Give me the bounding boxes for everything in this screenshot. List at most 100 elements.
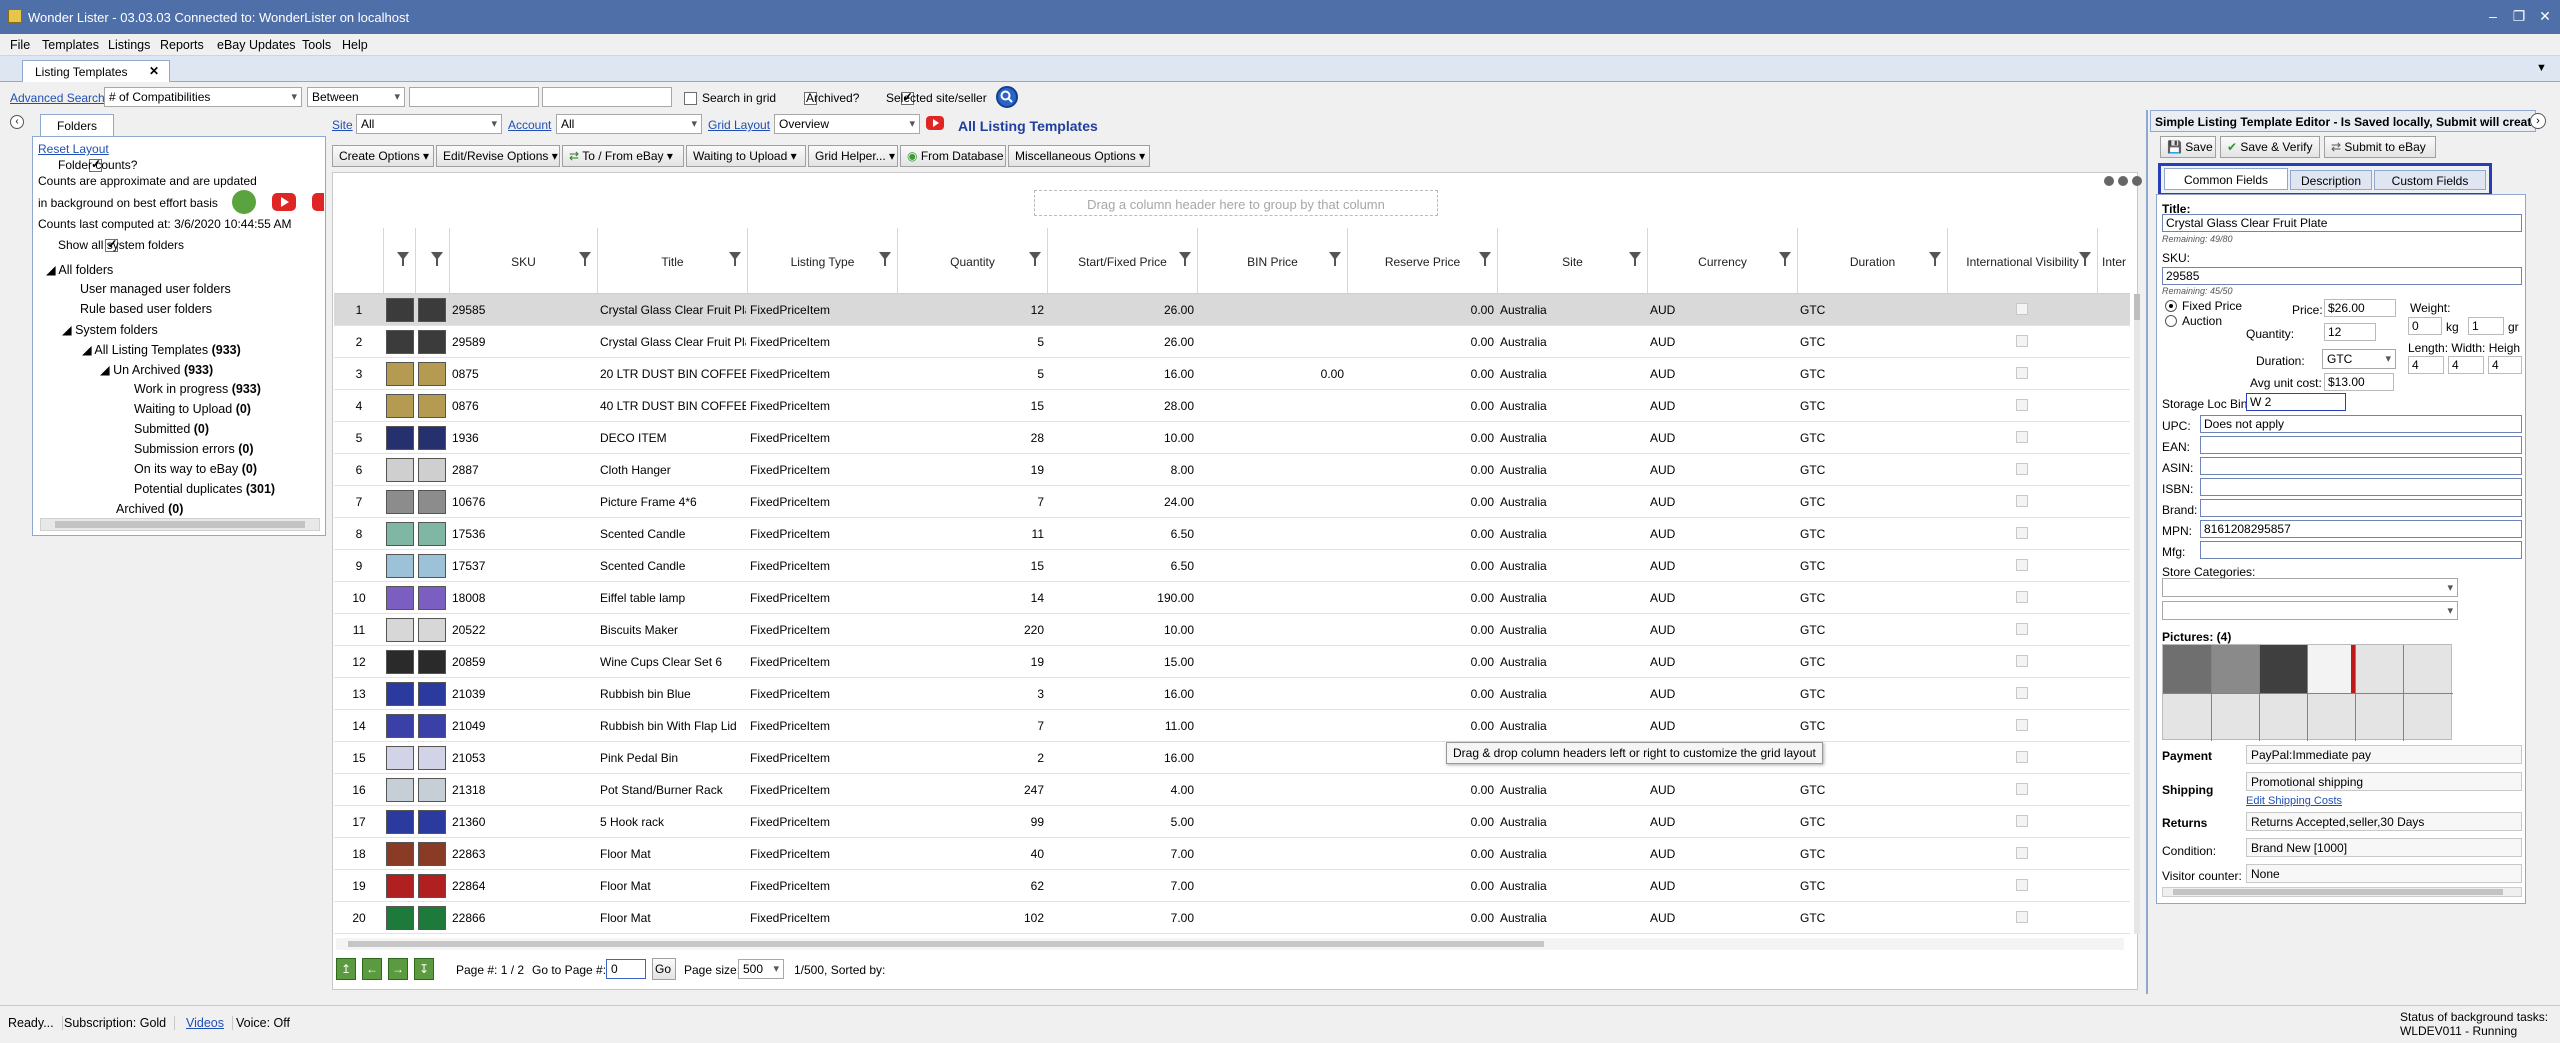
international-visibility-checkbox[interactable] xyxy=(2016,591,2028,603)
grid-option-dot-2[interactable] xyxy=(2118,176,2128,186)
account-select[interactable]: All xyxy=(556,114,702,134)
table-row[interactable]: 18 22863 Floor Mat FixedPriceItem 40 7.00 0.00… xyxy=(334,838,2130,870)
table-row[interactable]: 20 22866 Floor Mat FixedPriceItem 102 7.00 0.0… xyxy=(334,902,2130,934)
tree-node-all-folders[interactable]: ◢ All folders xyxy=(46,262,113,277)
tree-node-archived[interactable]: Archived (0) xyxy=(116,502,183,516)
tree-node-system-folders[interactable]: ◢ System folders xyxy=(62,322,158,337)
grid-option-dot-3[interactable] xyxy=(2132,176,2142,186)
filter-icon[interactable] xyxy=(1629,252,1641,266)
picture-thumb-3[interactable] xyxy=(2259,645,2307,693)
youtube-icon-2[interactable] xyxy=(312,193,324,211)
col-header-quantity[interactable]: Quantity xyxy=(898,228,1048,294)
asin-input[interactable] xyxy=(2200,457,2522,475)
grid-option-dot-1[interactable] xyxy=(2104,176,2114,186)
filter-icon[interactable] xyxy=(579,252,591,266)
goto-page-input[interactable]: 0 xyxy=(606,959,646,979)
table-row[interactable]: 14 21049 Rubbish bin With Flap Lid FixedPri… xyxy=(334,710,2130,742)
international-visibility-checkbox[interactable] xyxy=(2016,623,2028,635)
store-category-1-select[interactable] xyxy=(2162,578,2458,597)
filter-icon[interactable] xyxy=(1179,252,1191,266)
folders-hscrollbar[interactable] xyxy=(40,518,320,531)
filter-icon[interactable] xyxy=(431,252,443,266)
col-header-duration[interactable]: Duration xyxy=(1798,228,1948,294)
grid-layout-select[interactable]: Overview xyxy=(774,114,920,134)
filter-icon[interactable] xyxy=(1779,252,1791,266)
picture-thumb-2[interactable] xyxy=(2211,645,2259,693)
table-row[interactable]: 12 20859 Wine Cups Clear Set 6 FixedPriceIt… xyxy=(334,646,2130,678)
duration-select[interactable]: GTC xyxy=(2322,349,2396,369)
weight-gr-input[interactable]: 1 xyxy=(2468,317,2504,335)
col-header-international-visibility[interactable]: International Visibility xyxy=(1948,228,2098,294)
menu-tools[interactable]: Tools xyxy=(302,38,331,52)
ean-input[interactable] xyxy=(2200,436,2522,454)
table-row[interactable]: 5 1936 DECO ITEM FixedPriceItem 28 10.00 0.00 A… xyxy=(334,422,2130,454)
waiting-to-upload-button[interactable]: Waiting to Upload ▾ xyxy=(686,145,806,167)
tree-node-un-archived[interactable]: ◢ Un Archived (933) xyxy=(100,362,213,377)
brand-input[interactable] xyxy=(2200,499,2522,517)
tab-common-fields[interactable]: Common Fields xyxy=(2164,168,2288,190)
site-select[interactable]: All xyxy=(356,114,502,134)
youtube-icon[interactable] xyxy=(272,193,296,211)
picture-thumb-1[interactable] xyxy=(2163,645,2211,693)
international-visibility-checkbox[interactable] xyxy=(2016,303,2028,315)
table-row[interactable]: 10 18008 Eiffel table lamp FixedPriceItem 14… xyxy=(334,582,2130,614)
auction-radio[interactable] xyxy=(2165,315,2177,327)
col-header-site[interactable]: Site xyxy=(1498,228,1648,294)
payment-value[interactable]: PayPal:Immediate pay xyxy=(2246,745,2522,764)
create-options-button[interactable]: Create Options ▾ xyxy=(332,145,434,167)
menu-listings[interactable]: Listings xyxy=(108,38,150,52)
condition-value[interactable]: Brand New [1000] xyxy=(2246,838,2522,857)
returns-value[interactable]: Returns Accepted,seller,30 Days xyxy=(2246,812,2522,831)
international-visibility-checkbox[interactable] xyxy=(2016,815,2028,827)
sku-input[interactable]: 29585 xyxy=(2162,267,2522,285)
filter-icon[interactable] xyxy=(729,252,741,266)
international-visibility-checkbox[interactable] xyxy=(2016,367,2028,379)
submit-to-ebay-button[interactable]: ⇄ Submit to eBay xyxy=(2324,136,2436,158)
tab-description[interactable]: Description xyxy=(2290,170,2372,190)
table-row[interactable]: 3 0875 20 LTR DUST BIN COFFEE C FixedPriceI… xyxy=(334,358,2130,390)
international-visibility-checkbox[interactable] xyxy=(2016,463,2028,475)
to-from-ebay-button[interactable]: ⇄ To / From eBay ▾ xyxy=(562,145,684,167)
avg-cost-input[interactable]: $13.00 xyxy=(2324,373,2394,391)
filter-icon[interactable] xyxy=(1479,252,1491,266)
col-header-title[interactable]: Title xyxy=(598,228,748,294)
col-header-listing-type[interactable]: Listing Type xyxy=(748,228,898,294)
filter-icon[interactable] xyxy=(1029,252,1041,266)
international-visibility-checkbox[interactable] xyxy=(2016,399,2028,411)
weight-kg-input[interactable]: 0 xyxy=(2408,317,2442,335)
fixed-price-radio[interactable] xyxy=(2165,300,2177,312)
advanced-search-link[interactable]: Advanced Search xyxy=(10,91,105,105)
storage-input[interactable]: W 2 xyxy=(2246,393,2346,411)
grid-hscrollbar[interactable] xyxy=(336,938,2124,950)
title-input[interactable]: Crystal Glass Clear Fruit Plate xyxy=(2162,214,2522,232)
tree-node-submitted[interactable]: Submitted (0) xyxy=(134,422,209,436)
col-header-currency[interactable]: Currency xyxy=(1648,228,1798,294)
international-visibility-checkbox[interactable] xyxy=(2016,879,2028,891)
table-row[interactable]: 15 21053 Pink Pedal Bin FixedPriceItem 2 16.0… xyxy=(334,742,2130,774)
price-input[interactable]: $26.00 xyxy=(2324,299,2396,317)
international-visibility-checkbox[interactable] xyxy=(2016,783,2028,795)
col-header-inter[interactable]: Inter xyxy=(2098,228,2130,294)
refresh-counts-icon[interactable] xyxy=(232,190,256,214)
page-size-select[interactable]: 500 xyxy=(738,959,784,979)
first-page-icon[interactable]: ↥ xyxy=(336,958,356,980)
menu-help[interactable]: Help xyxy=(342,38,368,52)
international-visibility-checkbox[interactable] xyxy=(2016,911,2028,923)
international-visibility-checkbox[interactable] xyxy=(2016,687,2028,699)
col-header-thumb-1[interactable] xyxy=(384,228,416,294)
international-visibility-checkbox[interactable] xyxy=(2016,719,2028,731)
grid-layout-label[interactable]: Grid Layout xyxy=(708,118,770,132)
international-visibility-checkbox[interactable] xyxy=(2016,527,2028,539)
menu-reports[interactable]: Reports xyxy=(160,38,204,52)
tree-node-work-in-progress[interactable]: Work in progress (933) xyxy=(134,382,261,396)
account-label[interactable]: Account xyxy=(508,118,551,132)
table-row[interactable]: 1 29585 Crystal Glass Clear Fruit Plat Fixe… xyxy=(334,294,2130,326)
search-to-input[interactable] xyxy=(542,87,672,107)
international-visibility-checkbox[interactable] xyxy=(2016,655,2028,667)
collapse-right-icon[interactable]: › xyxy=(2530,113,2546,129)
splitter[interactable] xyxy=(2146,110,2148,994)
international-visibility-checkbox[interactable] xyxy=(2016,335,2028,347)
tree-node-potential-duplicates[interactable]: Potential duplicates (301) xyxy=(134,482,275,496)
picture-thumb-4[interactable] xyxy=(2307,645,2355,693)
group-by-drop-area[interactable]: Drag a column header here to group by th… xyxy=(1034,190,1438,216)
